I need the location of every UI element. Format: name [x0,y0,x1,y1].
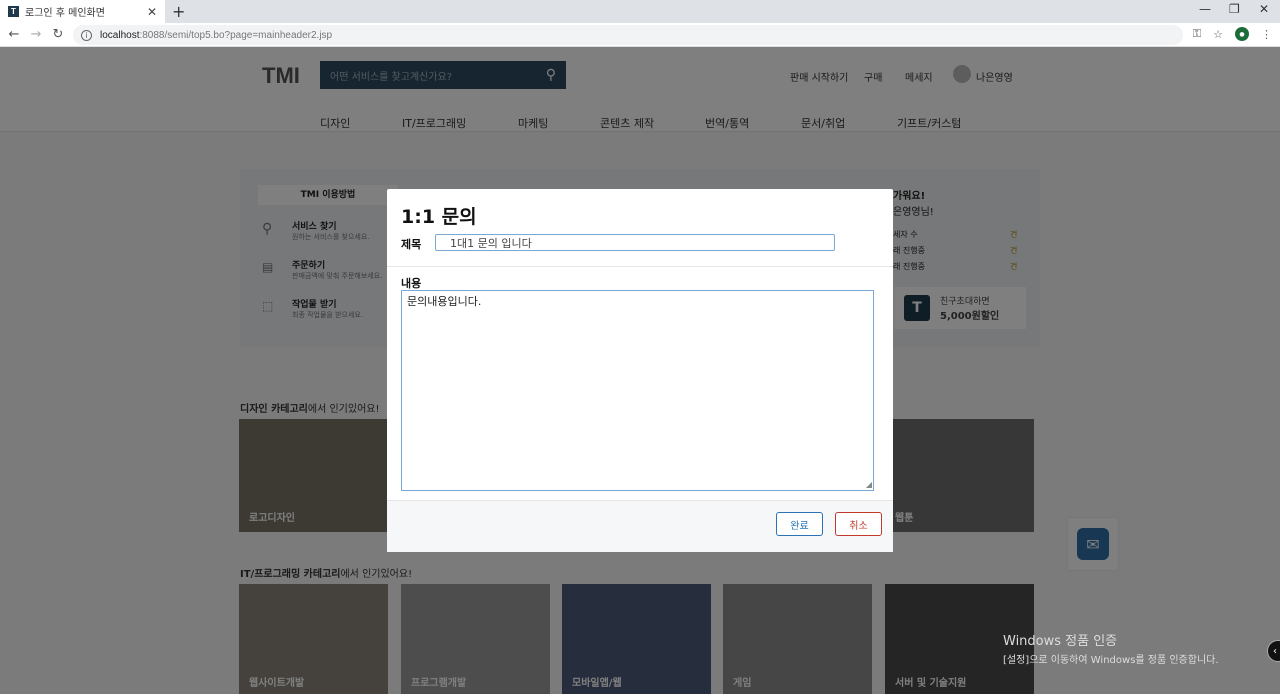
minimize-icon[interactable]: — [1199,2,1211,16]
content-text: 문의내용입니다. [407,295,482,308]
modal-footer: 완료 취소 [387,500,893,552]
modal-divider [387,266,893,267]
menu-dots-icon[interactable]: ⋮ [1261,28,1272,41]
subject-label: 제목 [401,238,422,251]
content-textarea[interactable]: 문의내용입니다. ◢ [401,290,874,491]
tab-close-icon[interactable]: ✕ [147,5,157,19]
new-tab-button[interactable]: + [172,2,185,21]
reload-icon[interactable]: ↻ [47,27,69,42]
url-field[interactable]: i localhost:8088/semi/top5.bo?page=mainh… [73,25,1183,45]
windows-activation-watermark: Windows 정품 인증 [설정]으로 이동하여 Windows를 정품 인증… [1003,630,1219,666]
key-icon[interactable]: ⚿ [1193,27,1201,41]
watermark-line2: [설정]으로 이동하여 Windows를 정품 인증합니다. [1003,655,1219,666]
modal-title: 1:1 문의 [401,206,477,228]
content-label: 내용 [401,277,422,290]
info-icon[interactable]: i [81,29,92,41]
forward-icon[interactable]: → [25,27,47,42]
watermark-line1: Windows 정품 인증 [1003,634,1118,649]
confirm-button[interactable]: 완료 [776,512,823,536]
url-path: :8088/semi/top5.bo?page=mainheader2.jsp [139,29,333,41]
tab-title: 로그인 후 메인화면 [25,8,105,19]
address-bar: ← → ↻ i localhost:8088/semi/top5.bo?page… [0,23,1280,47]
subject-input[interactable]: 1대1 문의 입니다 [435,234,835,251]
tab-favicon-icon: T [8,6,19,17]
back-icon[interactable]: ← [3,27,25,42]
resize-handle-icon[interactable]: ◢ [866,480,872,489]
browser-tabbar: T 로그인 후 메인화면 ✕ + — ❐ ✕ [0,0,1280,23]
bookmark-star-icon[interactable]: ☆ [1213,28,1223,41]
url-host: localhost [100,29,140,41]
inquiry-modal: 1:1 문의 제목 1대1 문의 입니다 내용 문의내용입니다. ◢ 완료 취소 [387,189,893,552]
restore-icon[interactable]: ❐ [1229,2,1240,16]
browser-tab[interactable]: T 로그인 후 메인화면 ✕ [0,0,165,23]
close-window-icon[interactable]: ✕ [1259,2,1269,16]
profile-avatar-icon[interactable]: ● [1235,27,1249,41]
cancel-button[interactable]: 취소 [835,512,882,536]
